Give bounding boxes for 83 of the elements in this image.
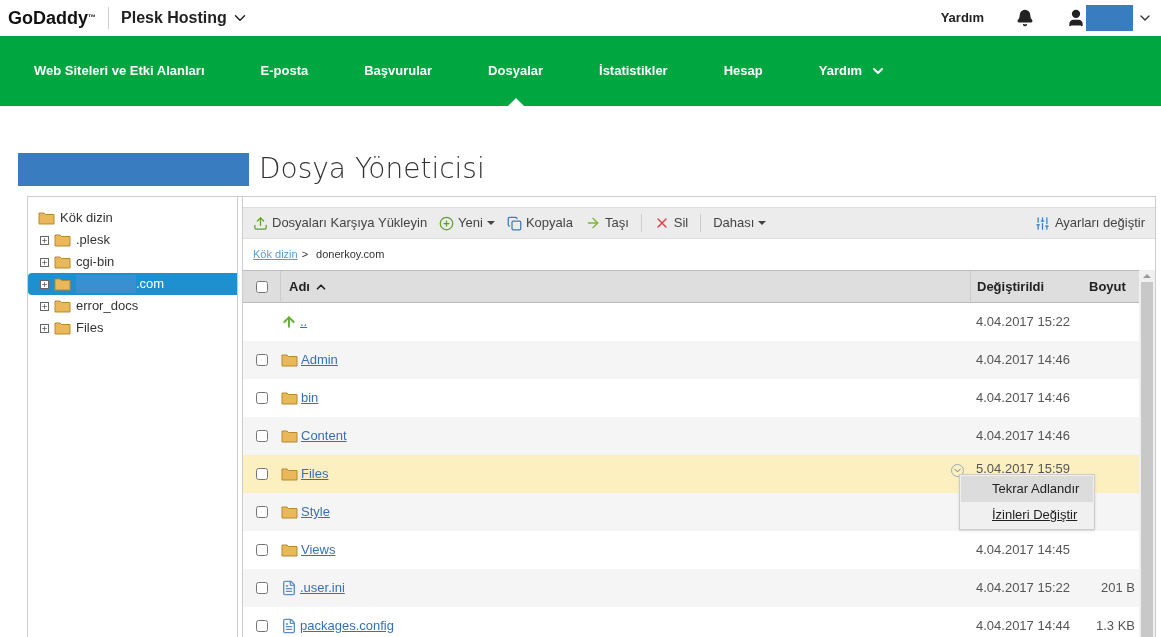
tree-item[interactable]: Files [28, 317, 237, 339]
folder-icon [281, 467, 298, 481]
toolbar-button[interactable]: Kopyala [506, 213, 573, 233]
toolbar-button[interactable]: Sil [653, 213, 689, 233]
help-link[interactable]: Yardım [940, 8, 984, 28]
settings-button[interactable]: Ayarları değiştir [1034, 213, 1145, 233]
folder-icon [281, 429, 298, 443]
modified-cell-text: 4.04.2017 14:45 [975, 541, 1071, 560]
menu-item[interactable]: Tekrar Adlandır [961, 476, 1093, 502]
brand-logo[interactable]: GoDaddy$^{™}$ [8, 4, 96, 32]
folder-icon [54, 255, 71, 269]
expand-icon[interactable] [40, 323, 49, 333]
file-link[interactable]: Admin [301, 350, 338, 370]
folder-icon [38, 211, 55, 225]
file-link[interactable]: .. [300, 312, 308, 332]
sliders-icon [1034, 215, 1050, 231]
size-cell-text: 1.3 KB [1094, 617, 1136, 636]
file-icon [281, 580, 297, 596]
folder-icon [281, 543, 298, 557]
product-menu[interactable]: Plesk Hosting [121, 6, 249, 30]
upload-icon [253, 215, 268, 231]
expand-icon[interactable] [40, 301, 49, 311]
tree-item[interactable]: cgi-bin [28, 251, 237, 273]
modified-cell-text: 4.04.2017 15:22 [975, 579, 1071, 598]
select-all-checkbox[interactable] [255, 280, 268, 293]
modified-cell-text: 4.04.2017 14:46 [975, 389, 1071, 408]
expand-icon[interactable] [40, 235, 49, 245]
breadcrumb-current: donerkoy.com [316, 247, 385, 263]
row-checkbox[interactable] [256, 506, 268, 518]
toolbar-button[interactable]: Dahası [713, 213, 767, 233]
row-checkbox[interactable] [256, 468, 268, 480]
folder-icon [54, 233, 71, 247]
row-checkbox[interactable] [256, 582, 268, 594]
folder-icon [281, 505, 298, 519]
tree-item[interactable]: .com [28, 273, 237, 295]
scrollbar[interactable] [1139, 270, 1155, 637]
column-header[interactable]: Değiştirildi [970, 271, 1087, 302]
expand-icon[interactable] [40, 257, 49, 267]
file-icon [281, 618, 297, 634]
file-link[interactable]: bin [301, 388, 319, 408]
modified-cell-text: 4.04.2017 15:22 [975, 313, 1071, 332]
modified-cell-text: 4.04.2017 14:46 [975, 427, 1071, 446]
table-row[interactable]: Content 4.04.2017 14:46 [243, 417, 1139, 455]
up-icon [281, 314, 297, 330]
row-checkbox[interactable] [256, 620, 268, 632]
tree-item[interactable]: .plesk [28, 229, 237, 251]
modified-cell-text: 5.04.2017 15:59 [975, 460, 1071, 479]
table-row[interactable]: Admin 4.04.2017 14:46 [243, 341, 1139, 379]
row-checkbox[interactable] [256, 430, 268, 442]
page-title: Dosya Yöneticisi [259, 151, 485, 187]
folder-icon [281, 391, 298, 405]
bell-icon[interactable] [1016, 9, 1034, 27]
expand-icon[interactable] [40, 279, 49, 289]
tree-item[interactable]: error_docs [28, 295, 237, 317]
plus-icon [439, 215, 455, 231]
copy-icon [506, 215, 522, 231]
row-checkbox[interactable] [256, 392, 268, 404]
folder-icon [54, 321, 71, 335]
file-link[interactable]: Files [301, 464, 329, 484]
row-checkbox[interactable] [256, 354, 268, 366]
folder-icon [281, 353, 298, 367]
file-link[interactable]: Views [301, 540, 336, 560]
file-link[interactable]: packages.config [300, 616, 394, 636]
user-icon[interactable] [1066, 8, 1086, 28]
column-header[interactable]: Boyut [1087, 276, 1139, 297]
row-checkbox[interactable] [256, 544, 268, 556]
size-cell-text: 201 B [1100, 579, 1136, 598]
modified-cell-text: 4.04.2017 14:44 [975, 617, 1071, 636]
column-header[interactable]: Adı [281, 276, 970, 297]
folder-icon [54, 277, 71, 291]
breadcrumb-separator: > [301, 247, 309, 263]
file-link[interactable]: .user.ini [300, 578, 345, 598]
folder-icon [54, 299, 71, 313]
menu-item[interactable]: İzinleri Değiştir [961, 502, 1093, 528]
tree-item[interactable]: Kök dizin [28, 207, 237, 229]
file-link[interactable]: Style [301, 502, 330, 522]
file-link[interactable]: Content [301, 426, 347, 446]
toolbar-button[interactable]: Taşı [584, 213, 629, 233]
toolbar-button[interactable]: Yeni [439, 213, 495, 233]
table-row[interactable]: .user.ini 4.04.2017 15:22 201 B [243, 569, 1139, 607]
toolbar-button[interactable]: Dosyaları Karşıya Yükleyin [253, 213, 428, 233]
redaction-box [1086, 5, 1133, 31]
modified-cell-text: 4.04.2017 14:46 [975, 351, 1071, 370]
